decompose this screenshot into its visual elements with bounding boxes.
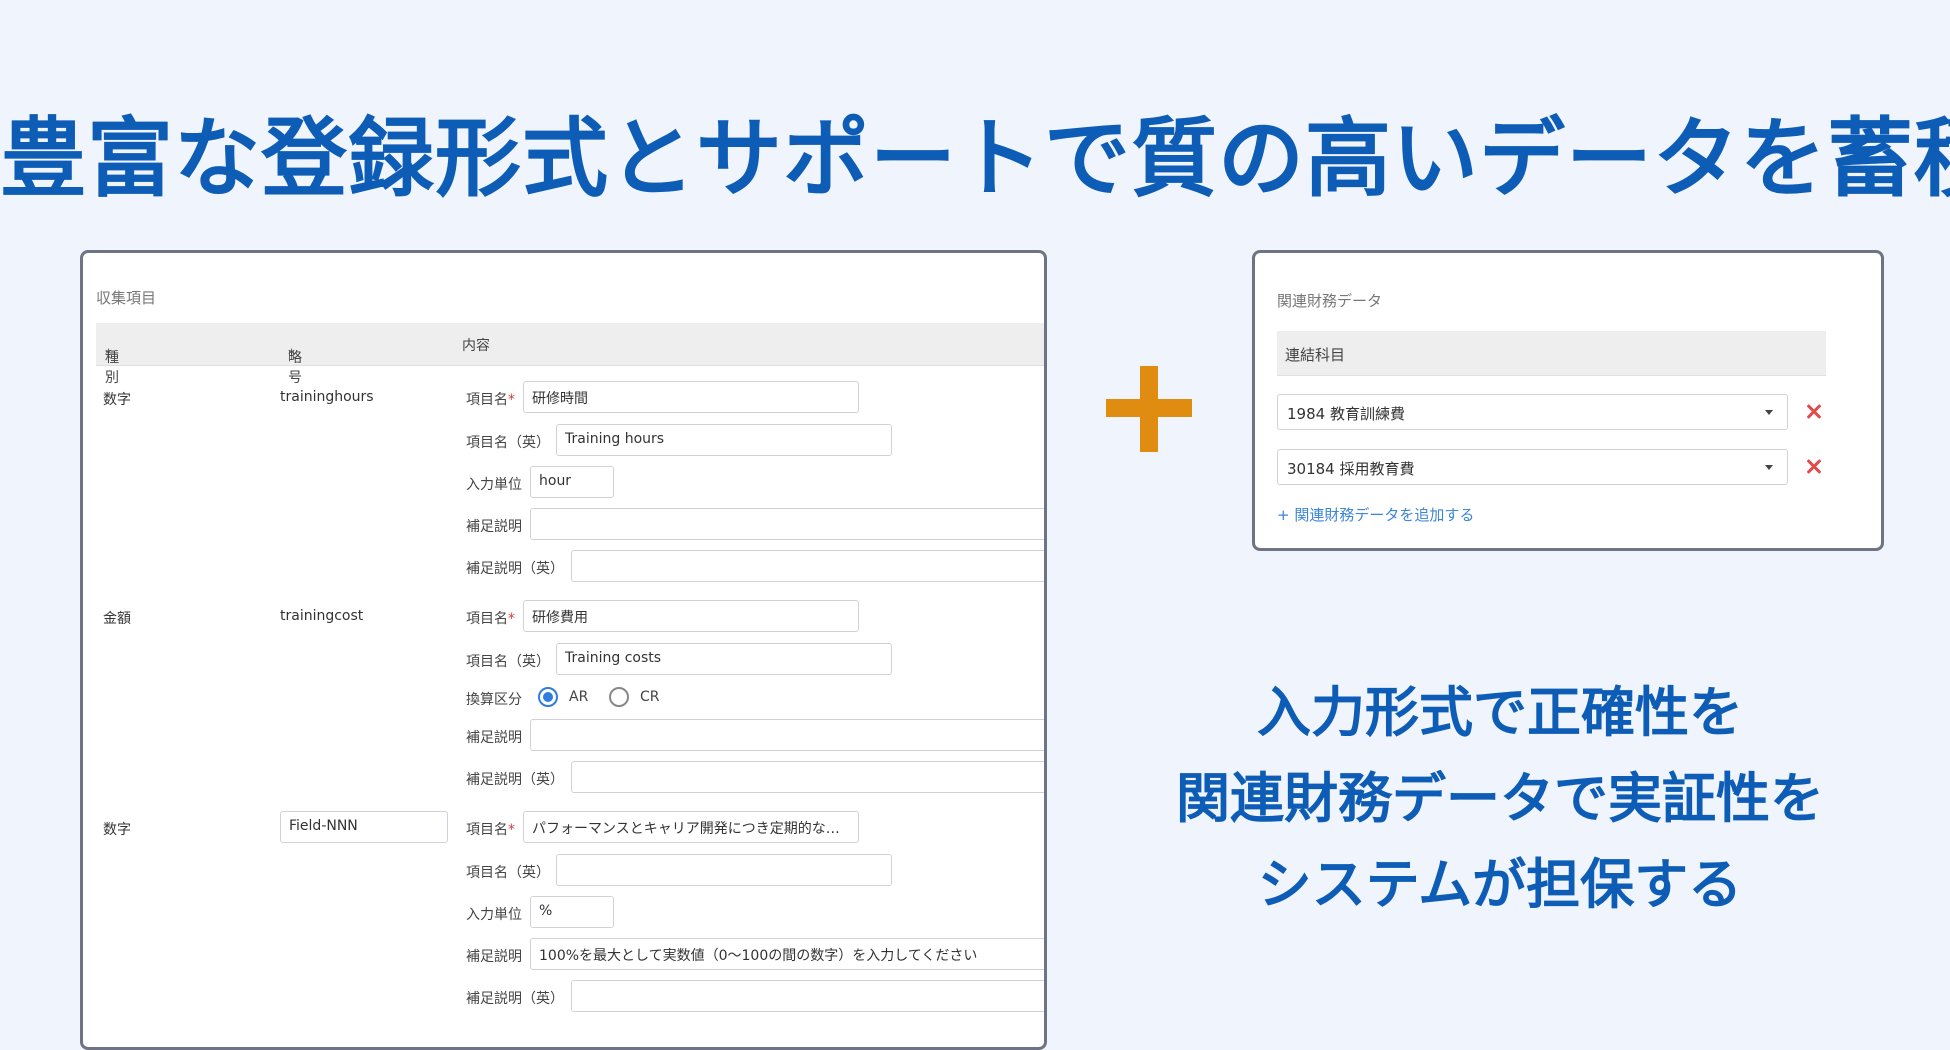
note-input[interactable] [530, 508, 1044, 540]
note-en-label: 補足説明（英） [466, 991, 564, 1007]
note-input[interactable] [530, 719, 1044, 751]
account-select[interactable]: 1984 教育訓練費 [1277, 394, 1788, 430]
headline: 豊富な登録形式とサポートで質の高いデータを蓄積 [0, 109, 1950, 209]
field-code-input[interactable]: Field-NNN [280, 811, 448, 843]
field-name-input[interactable]: パフォーマンスとキャリア開発につき定期的なレ... [523, 811, 859, 843]
note-en-label: 補足説明（英） [466, 561, 564, 577]
field-name-en-label: 項目名（英） [466, 654, 550, 670]
account-select-value: 30184 採用教育費 [1287, 460, 1415, 478]
table-header: 連結科目 [1277, 331, 1826, 376]
tagline-line: システムが担保する [1257, 853, 1743, 916]
tagline: 入力形式で正確性を 関連財務データで実証性を システムが担保する [1130, 670, 1870, 928]
field-type: 数字 [103, 392, 131, 408]
tagline-line: 関連財務データで実証性を [1176, 767, 1824, 830]
account-select-value: 1984 教育訓練費 [1287, 405, 1405, 423]
chevron-down-icon [1765, 410, 1773, 415]
field-name-input[interactable]: 研修時間 [523, 381, 859, 413]
field-code: traininghours [280, 389, 374, 405]
field-name-label: 項目名* [466, 611, 515, 627]
plus-icon [1106, 366, 1192, 452]
plus-icon-bar [1140, 366, 1158, 452]
field-name-label: 項目名* [466, 392, 515, 408]
note-en-input[interactable] [571, 980, 1044, 1012]
field-type: 数字 [103, 822, 131, 838]
collection-items-panel: 収集項目 種別 * 略号 * 内容 数字 traininghours 項目名* 研修… [80, 250, 1047, 1050]
radio-cr[interactable] [609, 687, 629, 707]
radio-ar-label: AR [569, 689, 589, 705]
close-icon[interactable] [1803, 401, 1825, 423]
radio-cr-label: CR [640, 689, 660, 705]
note-label: 補足説明 [466, 949, 522, 965]
unit-label: 入力単位 [466, 907, 522, 923]
add-financial-data-link[interactable]: + 関連財務データを追加する [1277, 504, 1474, 525]
note-en-label: 補足説明（英） [466, 772, 564, 788]
field-code: trainingcost [280, 608, 364, 624]
field-name-en-input[interactable]: Training costs [556, 643, 892, 675]
field-name-en-label: 項目名（英） [466, 435, 550, 451]
radio-ar[interactable] [538, 687, 558, 707]
note-label: 補足説明 [466, 519, 522, 535]
field-name-en-input[interactable]: Training hours [556, 424, 892, 456]
chevron-down-icon [1765, 465, 1773, 470]
panel-title: 関連財務データ [1277, 292, 1383, 310]
field-name-label: 項目名* [466, 822, 515, 838]
close-icon[interactable] [1803, 456, 1825, 478]
unit-input[interactable]: % [530, 896, 614, 928]
panel-title: 収集項目 [96, 289, 157, 307]
unit-input[interactable]: hour [530, 466, 614, 498]
tagline-line: 入力形式で正確性を [1257, 681, 1743, 744]
note-en-input[interactable] [571, 550, 1044, 582]
field-name-input[interactable]: 研修費用 [523, 600, 859, 632]
field-type: 金額 [103, 611, 131, 627]
field-name-en-input[interactable] [556, 854, 892, 886]
note-input[interactable]: 100%を最大として実数値（0〜100の間の数字）を入力してください [530, 938, 1044, 970]
field-name-en-label: 項目名（英） [466, 865, 550, 881]
table-header: 種別 * 略号 * 内容 [96, 323, 1044, 386]
account-select[interactable]: 30184 採用教育費 [1277, 449, 1788, 485]
header-content: 内容 [462, 338, 490, 354]
financial-data-panel: 関連財務データ 連結科目 1984 教育訓練費 30184 採用教育費 + 関連… [1252, 250, 1884, 551]
note-label: 補足説明 [466, 730, 522, 746]
header-account: 連結科目 [1285, 346, 1346, 364]
conversion-label: 換算区分 [466, 692, 522, 708]
unit-label: 入力単位 [466, 477, 522, 493]
note-en-input[interactable] [571, 761, 1044, 793]
